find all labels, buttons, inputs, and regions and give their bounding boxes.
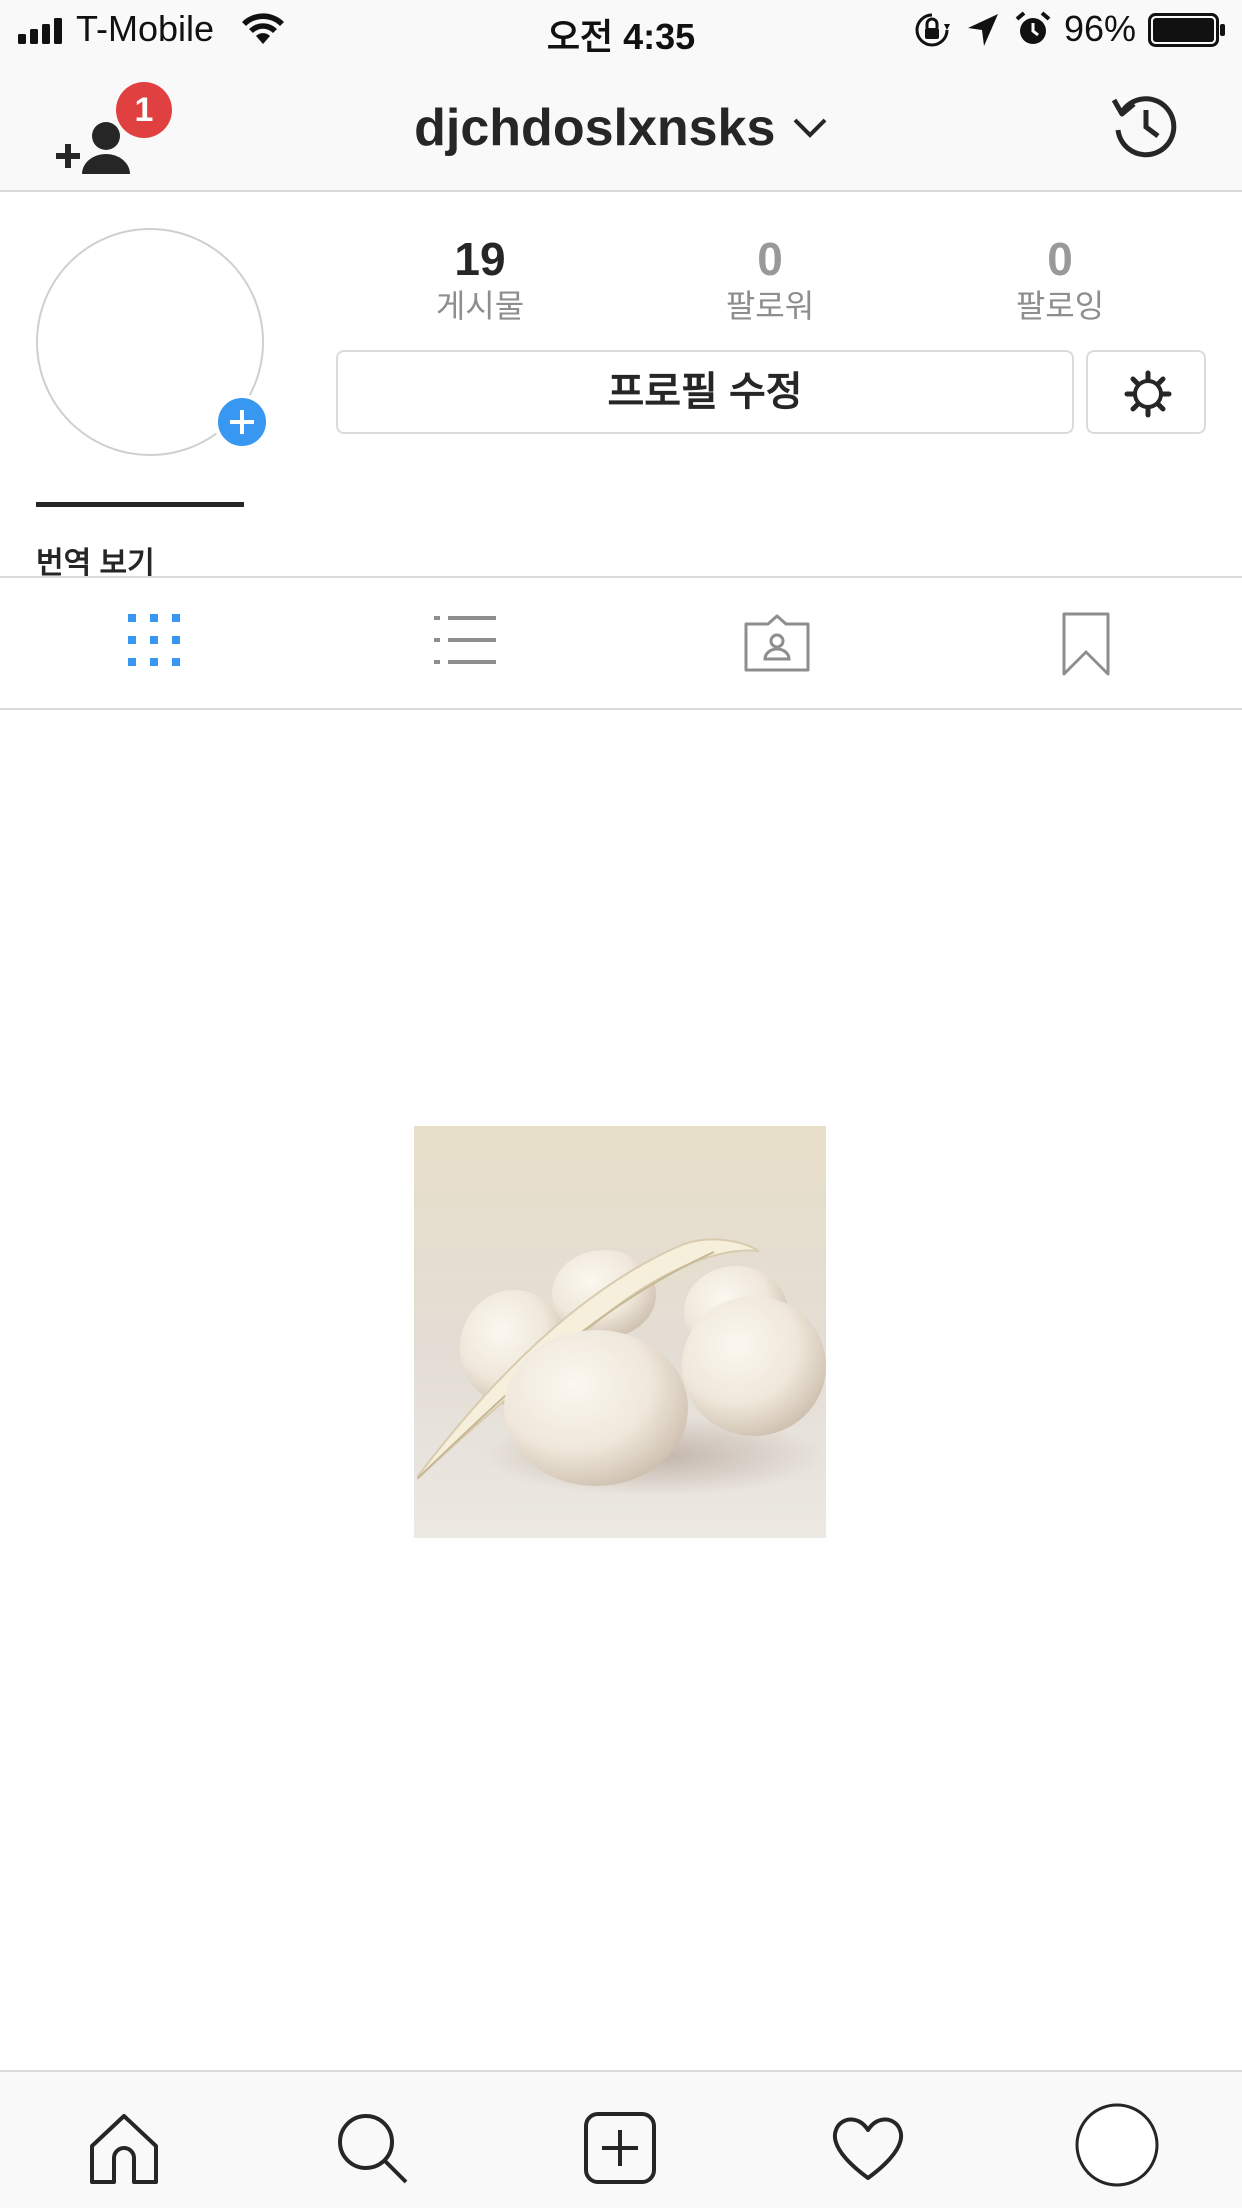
stat-followers[interactable]: 0 팔로워 [660,232,880,326]
profile-icon[interactable] [1074,2102,1160,2188]
home-icon[interactable] [84,2108,164,2188]
history-icon[interactable] [1110,90,1180,160]
post-thumbnail[interactable] [414,1126,826,1538]
status-bar: T-Mobile 오전 4:35 96% [0,0,1242,62]
profile-tabs [0,576,1242,710]
stat-followers-label: 팔로워 [725,288,815,324]
tab-tagged[interactable] [620,578,930,708]
story-highlight-underline [36,502,244,507]
grid-icon [128,614,180,666]
tab-list[interactable] [310,578,620,708]
alarm-icon [1015,11,1051,44]
search-icon[interactable] [332,2108,412,2188]
list-icon [434,616,496,664]
stat-following-label: 팔로잉 [1015,288,1105,324]
bookmark-icon [1062,612,1110,676]
translation-link-text: 번역 보기 [36,547,155,576]
rotation-lock-icon [915,13,950,47]
tab-saved[interactable] [930,578,1240,708]
stat-posts-value: 19 [454,233,506,285]
stat-posts[interactable]: 19 게시물 [370,232,590,326]
stat-following[interactable]: 0 팔로잉 [950,232,1170,326]
profile-header: 1 djchdoslxnsks [0,62,1242,192]
settings-button[interactable] [1086,350,1206,434]
battery-icon [1148,13,1225,47]
translation-link[interactable]: 번역 보기 [36,544,636,576]
heart-icon[interactable] [828,2108,908,2188]
battery-percent: 96% [1064,8,1137,49]
stat-followers-value: 0 [757,233,783,285]
tagged-icon [744,614,810,672]
username[interactable]: djchdoslxnsks [414,99,775,157]
edit-profile-button[interactable]: 프로필 수정 [336,350,1074,434]
plus-icon [230,410,254,434]
bottom-nav [0,2070,1242,2208]
clock: 오전 4:35 [546,16,696,57]
stat-posts-label: 게시물 [435,288,525,324]
account-switcher[interactable]: djchdoslxnsks [0,98,1242,158]
tab-grid[interactable] [0,578,310,708]
gear-icon [1124,370,1172,418]
location-arrow-icon [968,14,998,46]
chevron-down-icon[interactable] [792,117,828,139]
eggs-feather-image [414,1126,826,1538]
add-post-icon[interactable] [580,2108,660,2188]
stat-following-value: 0 [1047,233,1073,285]
add-story-button[interactable] [214,394,270,450]
